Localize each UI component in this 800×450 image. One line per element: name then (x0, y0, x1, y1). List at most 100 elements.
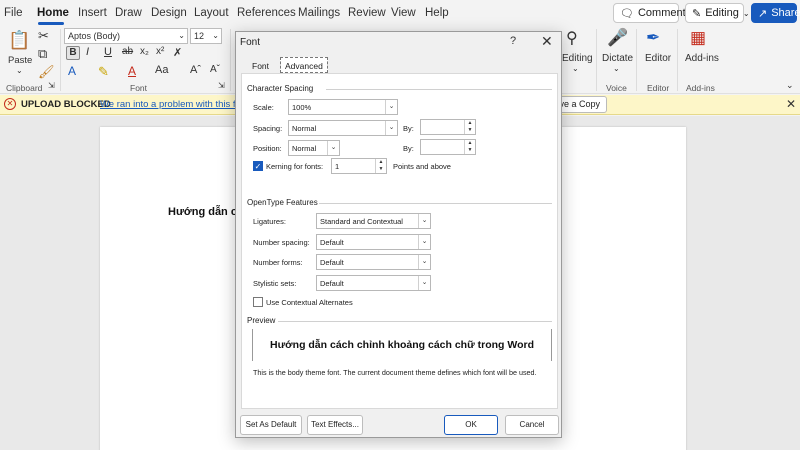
comments-button[interactable]: 🗨 Comments (613, 3, 691, 23)
highlight-icon[interactable]: ✎ (98, 64, 109, 80)
chevron-down-icon: ⌄ (385, 100, 397, 114)
add-ins-icon[interactable]: ▦ (690, 28, 706, 48)
upload-blocked-message[interactable]: We ran into a problem with this file (100, 99, 245, 110)
cancel-button[interactable]: Cancel (505, 415, 559, 435)
position-select[interactable]: Normal ⌄ (288, 140, 340, 156)
add-ins-button-label[interactable]: Add-ins (685, 53, 719, 64)
shrink-font-icon[interactable]: Aˇ (210, 64, 220, 75)
points-label: Points and above (393, 162, 451, 171)
tab-insert[interactable]: Insert (78, 7, 107, 19)
number-spacing-select[interactable]: Default ⌄ (316, 234, 431, 250)
share-button[interactable]: ↗ Share (751, 3, 800, 23)
tab-references[interactable]: References (237, 7, 296, 19)
set-as-default-button[interactable]: Set As Default (240, 415, 302, 435)
preview-box: Hướng dẫn cách chỉnh khoảng cách chữ tro… (252, 329, 552, 361)
chevron-down-icon: ⌄ (418, 255, 430, 269)
chevron-down-icon: ⌄ (418, 235, 430, 249)
search-icon[interactable]: ⚲ (566, 28, 578, 48)
copy-icon[interactable]: ⧉ (38, 46, 47, 62)
contextual-alternates-label: Use Contextual Alternates (266, 298, 353, 307)
ligatures-select[interactable]: Standard and Contextual ⌄ (316, 213, 431, 229)
dialog-title: Font (240, 37, 261, 48)
position-by-spinner[interactable]: ▲ ▼ (420, 139, 476, 155)
comments-label: Comments (637, 7, 692, 19)
editing-group-button[interactable]: Editing (562, 53, 593, 64)
kerning-checkbox[interactable]: ✓ (253, 161, 263, 171)
spacing-select[interactable]: Normal ⌄ (288, 120, 398, 136)
tab-draw[interactable]: Draw (115, 7, 142, 19)
spin-up-icon[interactable]: ▲ (375, 159, 386, 166)
tab-review[interactable]: Review (348, 7, 386, 19)
kerning-spinner[interactable]: 1 ▲ ▼ (331, 158, 387, 174)
editor-group-label: Editor (647, 83, 670, 93)
ok-button[interactable]: OK (444, 415, 498, 435)
preview-heading: Preview (247, 316, 276, 325)
editing-mode-button[interactable]: ✎ Editing ⌄ (685, 3, 750, 23)
close-icon[interactable]: ✕ (786, 97, 796, 111)
document-heading[interactable]: Hướng dẫn c (168, 206, 237, 218)
chevron-down-icon[interactable]: ⌄ (16, 66, 23, 75)
editor-button-label[interactable]: Editor (645, 53, 671, 64)
strikethrough-icon[interactable]: ab (122, 46, 133, 57)
italic-icon[interactable]: I (86, 46, 89, 58)
cut-icon[interactable]: ✂ (38, 28, 49, 44)
tab-view[interactable]: View (391, 7, 416, 19)
tab-advanced[interactable]: Advanced (280, 57, 328, 73)
format-painter-icon[interactable]: 🖌 (38, 64, 55, 80)
tab-design[interactable]: Design (151, 7, 187, 19)
spin-down-icon[interactable]: ▼ (464, 147, 475, 154)
text-effects-button[interactable]: Text Effects... (307, 415, 363, 435)
font-name-box[interactable]: Aptos (Body) ⌄ (64, 28, 188, 44)
help-icon[interactable]: ? (510, 35, 516, 47)
number-forms-select[interactable]: Default ⌄ (316, 254, 431, 270)
character-spacing-heading: Character Spacing (247, 84, 314, 93)
tab-file[interactable]: File (4, 7, 23, 19)
grow-font-icon[interactable]: Aˆ (190, 64, 201, 76)
group-separator (596, 29, 597, 91)
microphone-icon[interactable]: 🎤 (607, 28, 628, 48)
tab-font[interactable]: Font (252, 61, 269, 71)
divider (278, 321, 552, 322)
tab-help[interactable]: Help (425, 7, 449, 19)
font-size-value: 12 (194, 31, 205, 41)
dictate-button-label[interactable]: Dictate (602, 53, 633, 64)
tab-layout[interactable]: Layout (194, 7, 229, 19)
subscript-icon[interactable]: x₂ (140, 46, 149, 57)
underline-icon[interactable]: U (104, 46, 112, 58)
spacing-by-spinner[interactable]: ▲ ▼ (420, 119, 476, 135)
spin-up-icon[interactable]: ▲ (464, 120, 475, 127)
spin-down-icon[interactable]: ▼ (464, 127, 475, 134)
paste-label[interactable]: Paste (8, 55, 32, 66)
spin-up-icon[interactable]: ▲ (464, 140, 475, 147)
chevron-down-icon[interactable]: ⌄ (572, 64, 579, 73)
change-case-icon[interactable]: Aa (155, 64, 168, 76)
number-forms-label: Number forms: (253, 258, 303, 267)
position-value: Normal (292, 144, 317, 153)
paste-icon[interactable]: 📋 (8, 30, 30, 52)
tab-home[interactable]: Home (37, 7, 69, 19)
close-icon[interactable]: ✕ (541, 33, 553, 50)
chevron-down-icon[interactable]: ⌄ (786, 80, 794, 91)
font-color-icon[interactable]: A (128, 64, 136, 78)
chevron-down-icon[interactable]: ⌄ (613, 64, 620, 73)
chevron-down-icon: ⌄ (418, 276, 430, 290)
dialog-launcher-icon[interactable]: ⇲ (218, 81, 225, 90)
clipboard-group-label: Clipboard (6, 83, 43, 93)
clear-formatting-icon[interactable]: ✗ (173, 46, 182, 59)
group-separator (636, 29, 637, 91)
superscript-icon[interactable]: x² (156, 46, 164, 57)
stylistic-sets-label: Stylistic sets: (253, 279, 297, 288)
scale-select[interactable]: 100% ⌄ (288, 99, 398, 115)
dialog-launcher-icon[interactable]: ⇲ (48, 81, 55, 90)
stylistic-sets-value: Default (320, 279, 344, 288)
tab-mailings[interactable]: Mailings (298, 7, 340, 19)
contextual-alternates-checkbox[interactable] (253, 297, 263, 307)
text-effects-icon[interactable]: A (68, 64, 76, 78)
stylistic-sets-select[interactable]: Default ⌄ (316, 275, 431, 291)
spin-down-icon[interactable]: ▼ (375, 166, 386, 173)
group-separator (230, 29, 231, 91)
bold-icon[interactable]: B (66, 46, 80, 60)
chevron-down-icon: ⌄ (178, 31, 185, 40)
editor-pen-icon[interactable]: ✒ (646, 28, 660, 48)
font-size-box[interactable]: 12 ⌄ (190, 28, 222, 44)
